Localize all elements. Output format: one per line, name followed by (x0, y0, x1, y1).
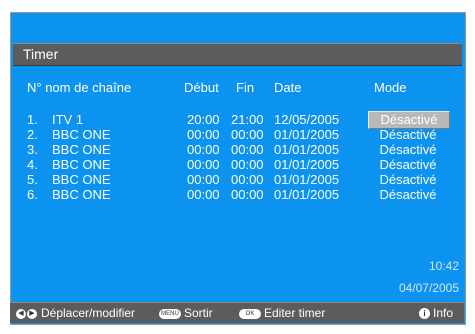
start-time: 00:00 (187, 142, 220, 157)
timer-row[interactable]: 2. BBC ONE 00:00 00:00 01/01/2005 Désact… (0, 128, 475, 143)
exit-hint[interactable]: MENU Sortir (159, 306, 213, 320)
right-arrow-icon: ▶ (27, 308, 37, 319)
end-time: 00:00 (231, 187, 264, 202)
row-number: 6. (27, 187, 38, 202)
date-value: 01/01/2005 (274, 127, 340, 142)
date-value: 01/01/2005 (274, 157, 340, 172)
date-value: 12/05/2005 (274, 112, 340, 127)
mode-selector[interactable]: Désactivé (368, 128, 448, 142)
timer-row[interactable]: 6. BBC ONE 00:00 00:00 01/01/2005 Désact… (0, 188, 475, 203)
channel-name: BBC ONE (52, 127, 111, 142)
channel-name: BBC ONE (52, 142, 111, 157)
mode-selector[interactable]: Désactivé (368, 158, 448, 172)
end-time: 00:00 (231, 172, 264, 187)
edit-timer-hint-label: Editer timer (264, 306, 326, 320)
info-hint[interactable]: i Info (419, 306, 453, 320)
date-value: 01/01/2005 (274, 172, 340, 187)
row-number: 5. (27, 172, 38, 187)
channel-name: BBC ONE (52, 187, 111, 202)
end-time: 00:00 (231, 142, 264, 157)
menu-button-icon: MENU (159, 308, 181, 319)
timer-row[interactable]: 4. BBC ONE 00:00 00:00 01/01/2005 Désact… (0, 158, 475, 173)
end-time: 21:00 (231, 112, 264, 127)
column-header-date: Date (274, 80, 302, 95)
row-number: 2. (27, 127, 38, 142)
row-number: 3. (27, 142, 38, 157)
timer-row[interactable]: 5. BBC ONE 00:00 00:00 01/01/2005 Désact… (0, 173, 475, 188)
date-value: 01/01/2005 (274, 142, 340, 157)
start-time: 00:00 (187, 187, 220, 202)
channel-name: BBC ONE (52, 157, 111, 172)
clock-date: 04/07/2005 (398, 281, 459, 295)
start-time: 00:00 (187, 172, 220, 187)
clock-time: 10:42 (428, 259, 459, 273)
start-time: 20:00 (187, 112, 220, 127)
row-number: 4. (27, 157, 38, 172)
timer-row[interactable]: 3. BBC ONE 00:00 00:00 01/01/2005 Désact… (0, 143, 475, 158)
mode-selector[interactable]: Désactivé (368, 188, 448, 202)
end-time: 00:00 (231, 157, 264, 172)
title-bar: Timer (13, 43, 462, 66)
page-title: Timer (23, 46, 59, 62)
move-hint[interactable]: ◀ ▶ Déplacer/modifier (16, 306, 135, 320)
info-icon: i (419, 308, 430, 320)
edit-timer-hint[interactable]: OK Editer timer (239, 306, 325, 320)
channel-name: ITV 1 (52, 112, 84, 127)
start-time: 00:00 (187, 127, 220, 142)
date-value: 01/01/2005 (274, 187, 340, 202)
timer-row[interactable]: 1. ITV 1 20:00 21:00 12/05/2005 Désactiv… (0, 111, 475, 129)
left-arrow-icon: ◀ (16, 308, 26, 319)
column-header-mode: Mode (374, 80, 407, 95)
row-number: 1. (27, 112, 38, 127)
info-hint-label: Info (433, 306, 454, 320)
end-time: 00:00 (231, 127, 264, 142)
column-header-name: N° nom de chaîne (27, 80, 132, 95)
move-hint-label: Déplacer/modifier (41, 306, 136, 320)
mode-selector[interactable]: Désactivé (368, 173, 448, 187)
column-header-fin: Fin (236, 80, 255, 95)
start-time: 00:00 (187, 157, 220, 172)
footer-bar: ◀ ▶ Déplacer/modifier MENU Sortir OK Editer … (10, 302, 464, 323)
column-header-debut: Début (184, 80, 219, 95)
mode-selector[interactable]: Désactivé (368, 143, 448, 157)
ok-button-icon: OK (239, 308, 261, 319)
exit-hint-label: Sortir (184, 306, 213, 320)
channel-name: BBC ONE (52, 172, 111, 187)
